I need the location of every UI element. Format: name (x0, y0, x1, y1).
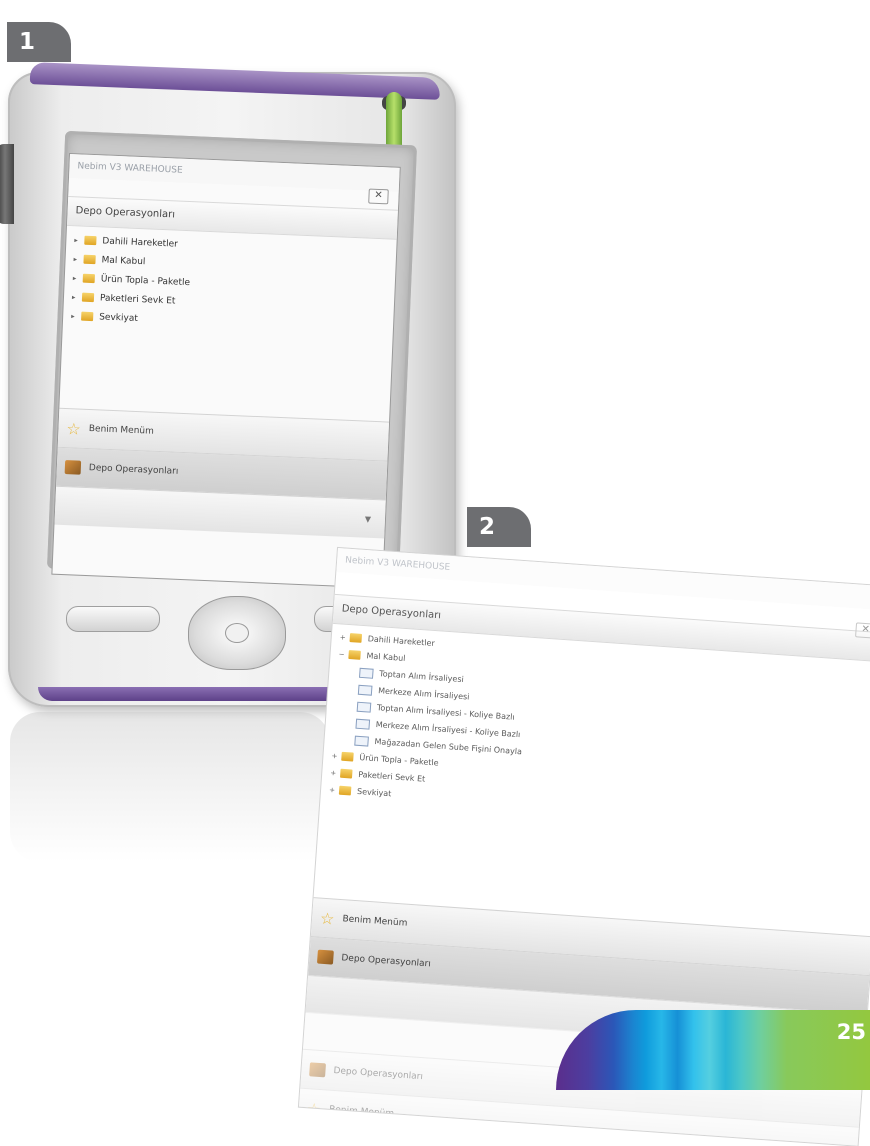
tree-item-label: Ürün Topla - Paketle (359, 753, 439, 768)
folder-icon (349, 633, 363, 643)
tree-item-label: Dahili Hareketler (102, 235, 179, 250)
tree-item-label: Sevkiyat (356, 786, 392, 799)
document-icon (356, 701, 372, 713)
folder-icon (338, 785, 352, 796)
left-soft-key[interactable] (66, 606, 160, 632)
expand-icon[interactable]: ▸ (74, 236, 84, 244)
step-badge-2: 2 (467, 507, 531, 547)
collapse-icon[interactable]: − (338, 650, 349, 659)
expand-icon[interactable]: + (340, 633, 351, 642)
folder-icon (83, 254, 96, 265)
nav-button-label: Benim Menüm (342, 914, 408, 929)
tree-item-label: Mal Kabul (366, 651, 406, 663)
nav-button-label: Depo Operasyonları (333, 1065, 424, 1083)
decorative-stripes: 25 (556, 1010, 870, 1090)
folder-icon (339, 768, 353, 779)
page-number: 25 (836, 1020, 866, 1044)
menu-tree: ▸ Dahili Hareketler ▸ Mal Kabul ▸ Ürün Topl… (59, 226, 396, 422)
expand-icon[interactable]: ▸ (72, 293, 82, 301)
dpad[interactable] (188, 596, 286, 670)
tree-item-label: Toptan Alım İrsaliyesi (379, 669, 465, 685)
star-icon: ☆ (319, 908, 336, 929)
chevron-down-icon[interactable]: ▼ (365, 514, 372, 523)
warehouse-ops-icon (316, 949, 334, 965)
tree-item-label: Ürün Topla - Paketle (100, 273, 191, 288)
folder-icon (341, 751, 354, 762)
tree-item-label: Mal Kabul (101, 254, 146, 267)
device-top-band (29, 62, 441, 100)
device-screen: Nebim V3 WAREHOUSE ✕ Depo Operasyonları … (52, 154, 400, 588)
nav-button-label: Depo Operasyonları (88, 463, 179, 477)
expand-icon[interactable]: ▸ (73, 255, 83, 263)
nav-button-label: Benim Menüm (88, 424, 155, 437)
star-icon: ☆ (66, 418, 82, 439)
device-reflection (10, 712, 330, 862)
folder-icon (81, 311, 94, 322)
folder-icon (81, 292, 95, 303)
nav-button-label: Depo Operasyonları (341, 953, 432, 970)
document-icon (357, 684, 373, 696)
step-badge-1: 1 (7, 22, 71, 62)
warehouse-ops-icon (64, 460, 82, 475)
tree-item-label: Dahili Hareketler (367, 634, 436, 648)
nav-button-label: Benim Menüm (328, 1104, 395, 1120)
expand-icon[interactable]: + (329, 785, 340, 794)
tree-item-label: Paketleri Sevk Et (99, 292, 176, 307)
tree-item-label: Paketleri Sevk Et (357, 769, 426, 784)
side-knob (0, 144, 14, 224)
expand-icon[interactable]: + (330, 769, 341, 778)
expand-icon[interactable]: + (331, 752, 342, 761)
document-icon (355, 718, 371, 730)
dpad-center[interactable] (225, 623, 249, 643)
folder-icon (348, 650, 361, 660)
warehouse-ops-icon (309, 1062, 327, 1078)
expand-icon[interactable]: ▸ (71, 312, 81, 320)
star-icon: ☆ (306, 1098, 322, 1119)
close-button[interactable]: ✕ (368, 188, 389, 205)
document-icon (359, 667, 374, 679)
expand-icon[interactable]: ▸ (73, 274, 83, 282)
folder-icon (82, 273, 95, 284)
document-icon (354, 735, 369, 747)
folder-icon (84, 235, 97, 246)
tree-item-label: Sevkiyat (98, 311, 139, 324)
close-button[interactable]: ✕ (855, 622, 870, 639)
